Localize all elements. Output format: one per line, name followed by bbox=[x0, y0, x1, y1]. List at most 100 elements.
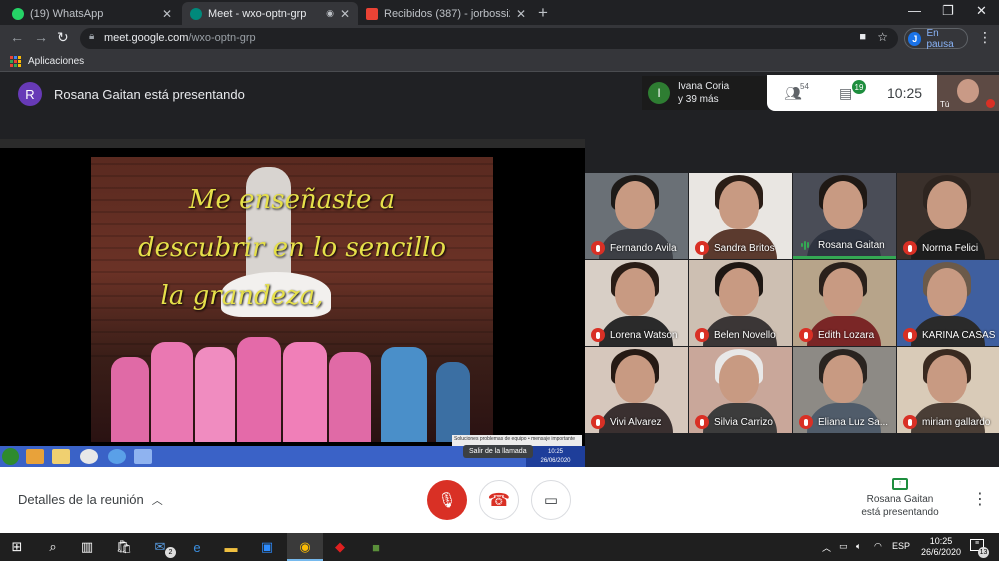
zoom-icon[interactable]: ▣ bbox=[258, 538, 276, 556]
roblox-icon[interactable]: ◆ bbox=[331, 538, 349, 556]
camera-icon: ▭ bbox=[543, 492, 559, 509]
close-icon[interactable]: ✕ bbox=[516, 7, 526, 21]
participant-face bbox=[615, 355, 655, 403]
url-text: meet.google.com/wxo-optn-grp bbox=[104, 32, 256, 44]
edge-icon[interactable]: e bbox=[188, 538, 206, 556]
mic-off-icon bbox=[591, 241, 605, 255]
participant-face bbox=[927, 268, 967, 316]
student-figure bbox=[111, 357, 149, 442]
profile-status: En pausa bbox=[926, 27, 954, 50]
participant-tile[interactable]: Lorena Watson bbox=[585, 260, 688, 346]
apps-shortcut[interactable]: Aplicaciones bbox=[10, 56, 84, 67]
people-chip[interactable]: I Ivana Coria y 39 más bbox=[642, 76, 767, 110]
lock-icon[interactable]: 🔒︎ bbox=[89, 31, 94, 42]
language-indicator[interactable]: ESP bbox=[892, 541, 910, 551]
presenting-status[interactable]: ↑ Rosana Gaitan está presentando bbox=[850, 476, 950, 519]
window-close-icon[interactable]: ✕ bbox=[976, 3, 987, 19]
profile-button[interactable]: J En pausa bbox=[904, 27, 968, 50]
participant-tile[interactable]: Rosana Gaitan bbox=[793, 173, 896, 259]
file-explorer-icon[interactable]: ▬ bbox=[222, 538, 240, 556]
participant-tile[interactable]: Belen Novello bbox=[689, 260, 792, 346]
windows-start-icon bbox=[2, 448, 19, 465]
volume-icon[interactable]: 🔈︎ bbox=[856, 541, 861, 552]
more-options-icon[interactable]: ⋮ bbox=[972, 489, 988, 509]
chrome-icon[interactable]: ◉ bbox=[296, 538, 314, 556]
participant-face bbox=[927, 181, 967, 229]
browser-toolbar: ← → ↻ 🔒︎ meet.google.com/wxo-optn-grp ■ … bbox=[0, 25, 999, 52]
participant-tile[interactable]: Edith Lozara bbox=[793, 260, 896, 346]
tab-whatsapp[interactable]: (19) WhatsApp ✕ bbox=[4, 2, 180, 25]
participant-face bbox=[615, 181, 655, 229]
reload-icon[interactable]: ↻ bbox=[57, 29, 69, 46]
participant-face bbox=[927, 355, 967, 403]
presenter-banner: R Rosana Gaitan está presentando bbox=[18, 82, 245, 106]
hang-up-button[interactable]: ☎︎ bbox=[479, 480, 519, 520]
participant-tile[interactable]: Fernando Avila bbox=[585, 173, 688, 259]
self-label: Tú bbox=[940, 100, 950, 109]
student-figure bbox=[151, 342, 193, 442]
tab-meet[interactable]: Meet - wxo-optn-grp ◉ ✕ bbox=[182, 2, 358, 25]
student-figure bbox=[237, 337, 281, 442]
participant-tile[interactable]: Sandra Britos bbox=[689, 173, 792, 259]
tab-gmail[interactable]: Recibidos (387) - jorbossi2014@ ✕ bbox=[358, 2, 534, 25]
browser-tab-strip: (19) WhatsApp ✕ Meet - wxo-optn-grp ◉ ✕ … bbox=[0, 0, 999, 25]
restore-icon[interactable]: ❐ bbox=[942, 3, 954, 19]
participant-tile[interactable]: Norma Felici bbox=[897, 173, 999, 259]
wifi-icon[interactable]: ◠ bbox=[874, 541, 882, 552]
browser-menu-icon[interactable]: ⋮ bbox=[978, 29, 992, 46]
forward-icon[interactable]: → bbox=[34, 29, 48, 45]
back-icon[interactable]: ← bbox=[10, 29, 24, 45]
mic-off-icon bbox=[695, 241, 709, 255]
new-tab-icon[interactable]: + bbox=[538, 3, 548, 23]
participant-tile[interactable]: Vivi Alvarez bbox=[585, 347, 688, 433]
tab-label: Recibidos (387) - jorbossi2014@ bbox=[384, 7, 510, 20]
participant-grid: Fernando Avila Sandra Britos Rosana Gaitan… bbox=[585, 173, 999, 435]
participant-face bbox=[823, 181, 863, 229]
participant-tile[interactable]: KARINA CASAS bbox=[897, 260, 999, 346]
slide-line-3: la grandeza, bbox=[160, 281, 324, 311]
remote-window-titlebar bbox=[0, 139, 585, 148]
search-icon[interactable]: ⌕ bbox=[44, 538, 62, 556]
participant-face bbox=[719, 181, 759, 229]
presenter-avatar: R bbox=[18, 82, 42, 106]
bookmark-star-icon[interactable]: ☆ bbox=[877, 30, 888, 44]
meeting-clock: 10:25 bbox=[887, 85, 923, 101]
meeting-details-button[interactable]: Detalles de la reunión ︿ bbox=[18, 492, 163, 508]
camera-toggle-button[interactable]: ▭ bbox=[531, 480, 571, 520]
participant-name: Edith Lozara bbox=[818, 330, 875, 341]
mic-off-icon bbox=[591, 328, 605, 342]
battery-icon[interactable]: ▭ bbox=[839, 541, 848, 552]
taskbar-clock[interactable]: 10:25 26/6/2020 bbox=[917, 536, 965, 558]
slide-line-1: Me enseñaste a bbox=[188, 185, 396, 215]
chat-badge: 19 bbox=[852, 80, 866, 94]
chevron-up-icon[interactable]: ︿ bbox=[822, 541, 831, 554]
minecraft-icon[interactable]: ■ bbox=[367, 538, 385, 556]
address-bar[interactable]: 🔒︎ meet.google.com/wxo-optn-grp ■ ☆ bbox=[80, 28, 898, 49]
mic-off-icon bbox=[903, 241, 917, 255]
participant-face bbox=[823, 355, 863, 403]
close-icon[interactable]: ✕ bbox=[340, 7, 350, 21]
mic-off-icon bbox=[695, 415, 709, 429]
participant-tile[interactable]: Silvia Carrizo bbox=[689, 347, 792, 433]
chat-icon[interactable]: ▤ bbox=[839, 85, 852, 102]
student-figure bbox=[195, 347, 235, 442]
participant-name: Vivi Alvarez bbox=[610, 417, 662, 428]
self-view-tile[interactable]: Tú bbox=[937, 75, 999, 111]
present-screen-icon: ↑ bbox=[892, 478, 908, 490]
student-figure bbox=[329, 352, 371, 442]
store-icon[interactable]: 🛍︎ bbox=[115, 538, 133, 556]
meeting-details-label: Detalles de la reunión bbox=[18, 492, 144, 507]
apps-label: Aplicaciones bbox=[28, 56, 85, 67]
participant-tile[interactable]: Eliana Luz Sa... bbox=[793, 347, 896, 433]
speaking-indicator-icon bbox=[801, 240, 811, 250]
participant-tile[interactable]: miriam gallardo bbox=[897, 347, 999, 433]
minimize-icon[interactable]: — bbox=[908, 3, 921, 18]
task-view-icon[interactable]: ▥ bbox=[78, 538, 96, 556]
camera-in-use-icon[interactable]: ■ bbox=[859, 31, 866, 43]
remote-tray-clock: 10:25 26/06/2020 bbox=[526, 446, 585, 467]
close-icon[interactable]: ✕ bbox=[162, 7, 172, 21]
shared-screen[interactable]: Me enseñaste a descubrir en lo sencillo … bbox=[0, 139, 585, 467]
windows-start-icon[interactable]: ⊞ bbox=[8, 538, 26, 556]
mic-toggle-button[interactable]: 🎙︎ bbox=[427, 480, 467, 520]
mic-off-icon bbox=[695, 328, 709, 342]
